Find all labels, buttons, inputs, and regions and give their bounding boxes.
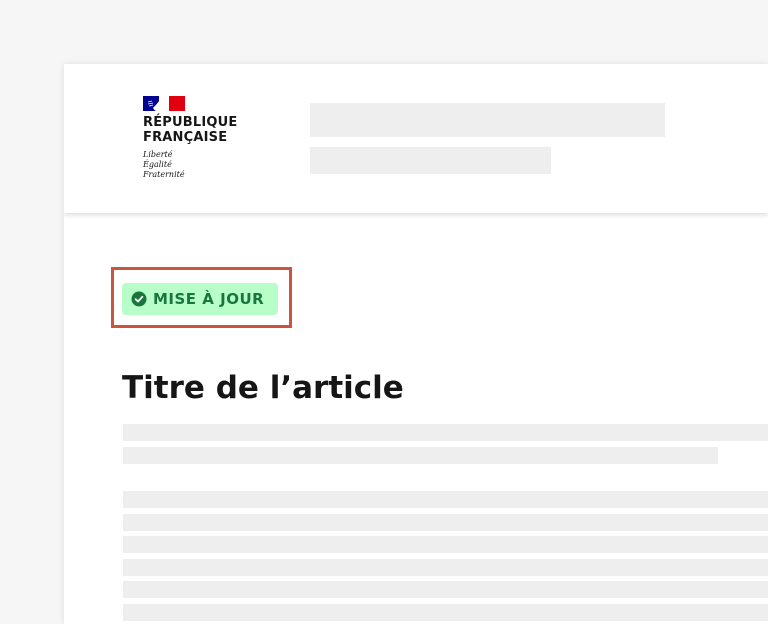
logo-name-line: RÉPUBLIQUE: [143, 115, 238, 130]
header-title-placeholder: [310, 103, 665, 137]
logo-name: RÉPUBLIQUE FRANÇAISE: [143, 115, 253, 145]
text-placeholder-line: [123, 491, 768, 508]
text-placeholder-line: [123, 447, 718, 464]
badge-label: MISE À JOUR: [153, 290, 265, 308]
motto-line: Égalité: [143, 160, 172, 169]
text-placeholder-line: [123, 559, 768, 576]
text-placeholder-line: [123, 424, 768, 441]
marianne-flag-icon: [143, 96, 185, 111]
header-subtitle-placeholder: [310, 147, 551, 174]
logo-name-line: FRANÇAISE: [143, 130, 228, 145]
republique-francaise-logo[interactable]: RÉPUBLIQUE FRANÇAISE Liberté Égalité Fra…: [143, 96, 253, 180]
page-card: RÉPUBLIQUE FRANÇAISE Liberté Égalité Fra…: [64, 64, 768, 624]
article-title: Titre de l’article: [122, 370, 404, 406]
text-placeholder-line: [123, 536, 768, 553]
text-placeholder-line: [123, 604, 768, 621]
text-placeholder-line: [123, 514, 768, 531]
motto-line: Fraternité: [143, 170, 185, 179]
logo-motto: Liberté Égalité Fraternité: [143, 150, 253, 180]
motto-line: Liberté: [143, 150, 173, 159]
site-header: RÉPUBLIQUE FRANÇAISE Liberté Égalité Fra…: [64, 64, 768, 213]
update-status-badge: MISE À JOUR: [122, 283, 278, 315]
check-circle-icon: [131, 291, 147, 307]
text-placeholder-line: [123, 581, 768, 598]
